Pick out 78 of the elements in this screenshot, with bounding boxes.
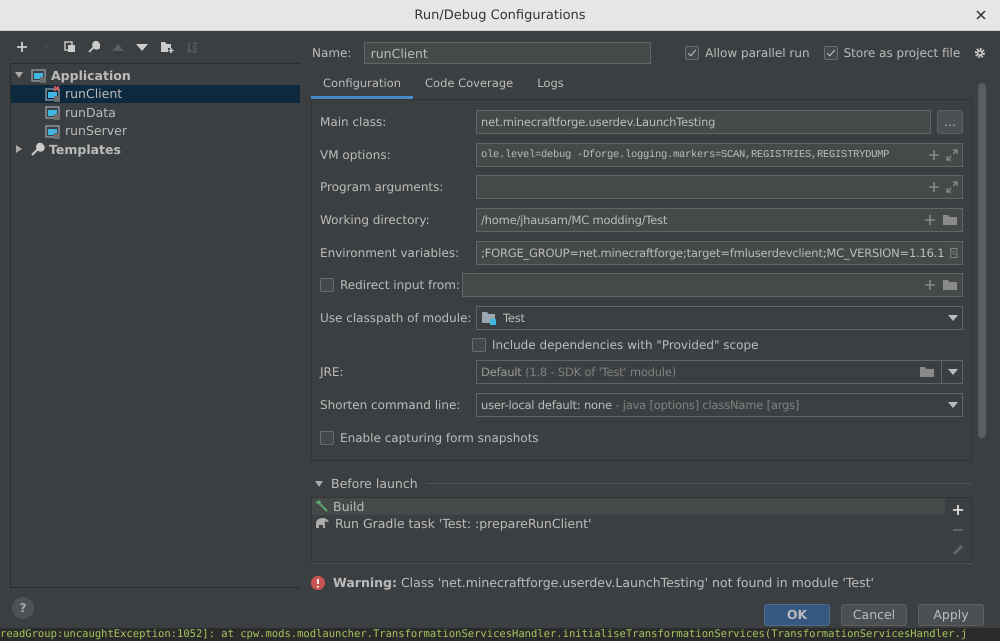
option-label: Store as project file (844, 46, 960, 60)
collapse-arrow-icon[interactable] (15, 71, 23, 80)
collapse-arrow-icon[interactable] (315, 480, 323, 488)
field-label: VM options: (320, 148, 392, 162)
input-field[interactable]: ole.level=debug -Dforge.logging.markers=SCAN,REGISTRIES,REGISTRYDUMP (476, 142, 963, 167)
checkbox[interactable] (824, 46, 838, 60)
task-item[interactable]: Run Gradle task 'Test: :prepareRunClient' (312, 514, 945, 532)
help-button[interactable]: ? (12, 597, 34, 619)
expand-arrow-icon[interactable] (15, 145, 23, 154)
settings-icon[interactable] (974, 46, 986, 60)
tree-item[interactable]: runServer (11, 122, 300, 140)
close-icon[interactable] (976, 10, 986, 20)
tree-item[interactable]: runData (11, 103, 300, 122)
input-field[interactable]: /home/jhausam/MC modding/Test (476, 208, 963, 232)
option-label: Allow parallel run (705, 46, 810, 60)
warning-message: Warning: Class 'net.minecraftforge.userdev.LaunchTesting' not found in module 'Test' (333, 575, 874, 590)
error-icon (311, 576, 325, 590)
field-label: Working directory: (320, 213, 431, 228)
field-label: Shorten command line: (320, 398, 462, 412)
name-field[interactable]: runClient (364, 42, 652, 64)
folder-icon[interactable] (919, 366, 935, 378)
module-dropdown[interactable]: Test (476, 306, 963, 330)
window-title: Run/Debug Configurations (414, 8, 586, 22)
field-label: Environment variables: (320, 246, 460, 260)
input-field[interactable] (462, 273, 963, 298)
hammer-icon (314, 499, 328, 514)
dialog-button[interactable]: Cancel (841, 604, 907, 626)
copy-icon[interactable] (64, 41, 76, 53)
input-field[interactable] (476, 175, 963, 200)
window-error-icon (45, 86, 61, 102)
edit-icon[interactable] (952, 544, 964, 556)
dialog-button[interactable]: OK (764, 604, 830, 626)
expand-icon[interactable] (946, 181, 958, 194)
field-label: Main class: (320, 115, 388, 130)
field-label: JRE: (320, 365, 345, 380)
browse-button[interactable]: ... (937, 110, 963, 134)
tab[interactable]: Code Coverage (413, 69, 526, 99)
shorten-dropdown[interactable]: user-local default: none - java [options] className [args] (476, 393, 963, 418)
checkbox[interactable] (472, 338, 486, 352)
move-up-icon[interactable] (112, 44, 124, 50)
module-folder-icon (481, 310, 497, 325)
dropdown-caret-icon[interactable] (948, 402, 958, 408)
dropdown-caret-icon[interactable] (948, 369, 958, 376)
section-title: Before launch (331, 476, 418, 492)
checkbox[interactable] (685, 46, 700, 60)
folder-icon[interactable] (942, 279, 958, 292)
elephant-icon (314, 517, 330, 530)
dropdown-caret-icon[interactable] (948, 314, 958, 321)
move-down-icon[interactable] (136, 44, 148, 50)
tab[interactable]: Configuration (311, 69, 413, 99)
checkbox[interactable] (320, 430, 334, 445)
document-icon[interactable] (950, 246, 958, 260)
tree-item[interactable]: Templates (11, 140, 300, 158)
add-icon[interactable] (16, 41, 28, 53)
input-field[interactable]: net.minecraftforge.userdev.LaunchTesting (476, 110, 931, 134)
scrollbar-thumb[interactable] (978, 83, 986, 438)
checkbox-label: Include dependencies with "Provided" scope (492, 338, 758, 352)
tree-item[interactable]: Application (11, 66, 300, 84)
new-folder-icon[interactable] (160, 41, 174, 53)
tab[interactable]: Logs (525, 69, 576, 99)
checkbox-label: Enable capturing form snapshots (340, 430, 539, 445)
tree-item[interactable]: runClient (11, 84, 300, 103)
window-icon (45, 104, 61, 120)
checkbox-label: Redirect input from: (340, 278, 460, 292)
jre-dropdown[interactable]: Default (1.8 - SDK of 'Test' module) (476, 360, 963, 384)
sort-icon[interactable] (186, 41, 198, 53)
window-icon (31, 67, 47, 84)
checkbox[interactable] (320, 278, 334, 292)
name-label: Name: (311, 46, 352, 60)
window-icon (45, 122, 61, 139)
dialog-button[interactable]: Apply (918, 604, 984, 626)
field-label: Use classpath of module: (320, 310, 470, 325)
task-item[interactable]: Build (312, 498, 945, 515)
input-field[interactable]: ;FORGE_GROUP=net.minecraftforge;target=fmluserdevclient;MC_VERSION=1.16.1 (476, 240, 963, 265)
folder-icon[interactable] (942, 214, 958, 226)
expand-icon[interactable] (946, 148, 958, 161)
remove-icon[interactable] (952, 528, 964, 531)
field-label: Program arguments: (320, 180, 444, 194)
